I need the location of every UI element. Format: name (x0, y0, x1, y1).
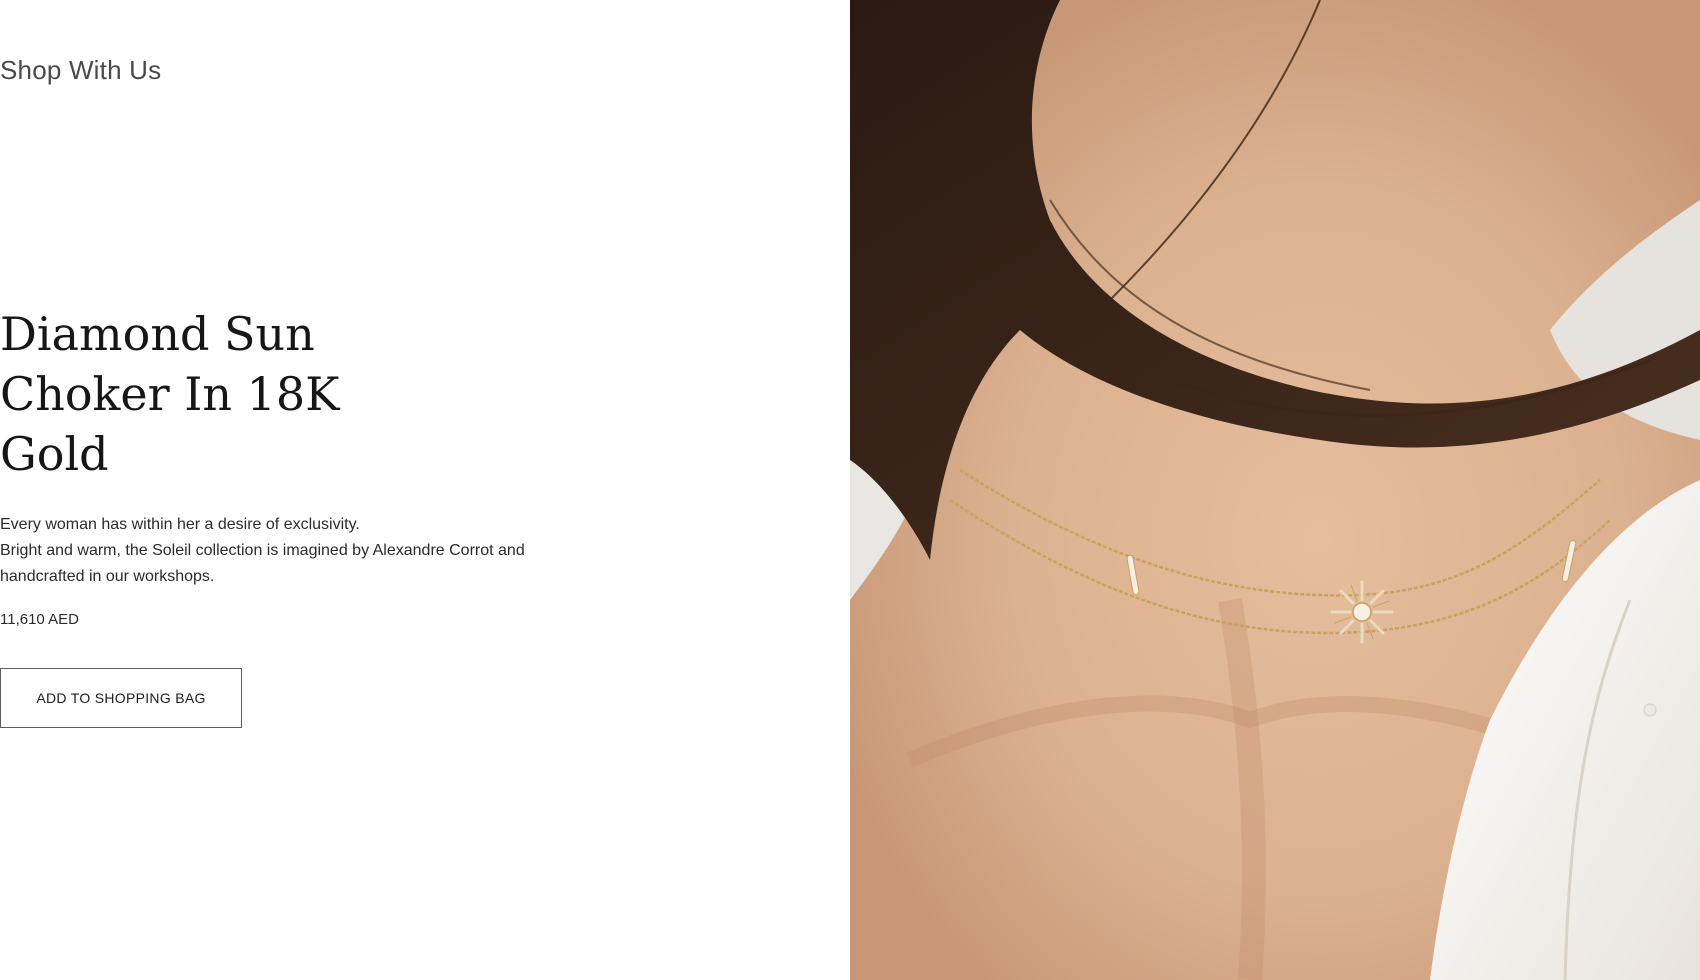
product-model-photo (850, 0, 1700, 980)
product-title-line-2: Choker In 18K Gold (0, 367, 340, 481)
product-page: Shop With Us Diamond Sun Choker In 18K G… (0, 0, 1700, 980)
product-title: Diamond Sun Choker In 18K Gold (0, 304, 440, 484)
add-to-shopping-bag-button[interactable]: ADD TO SHOPPING BAG (0, 668, 242, 728)
sun-pendant (1330, 580, 1394, 644)
product-description-line-2: Bright and warm, the Soleil collection i… (0, 542, 525, 559)
model-photo-illustration (850, 0, 1700, 980)
product-title-line-1: Diamond Sun (0, 307, 315, 361)
product-description: Every woman has within her a desire of e… (0, 512, 600, 590)
product-description-line-1: Every woman has within her a desire of e… (0, 516, 360, 533)
product-info: Diamond Sun Choker In 18K Gold Every wom… (0, 304, 620, 728)
shirt-button (1643, 703, 1657, 717)
product-description-line-3: handcrafted in our workshops. (0, 568, 215, 585)
product-price: 11,610 AED (0, 611, 79, 628)
section-label: Shop With Us (0, 55, 162, 85)
